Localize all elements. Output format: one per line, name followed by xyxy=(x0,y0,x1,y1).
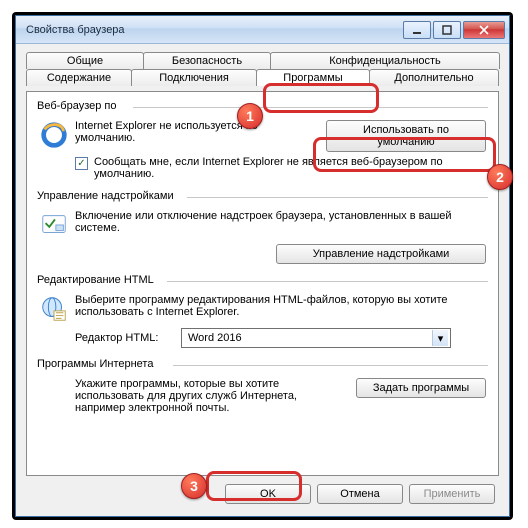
maximize-button[interactable] xyxy=(433,21,461,39)
internet-text: Укажите программы, которые вы хотите исп… xyxy=(75,378,350,414)
titlebar: Свойства браузера xyxy=(16,16,509,44)
ie-icon xyxy=(39,120,69,150)
group-addons: Управление надстройками Включение или от… xyxy=(37,190,488,268)
html-text: Выберите программу редактирования HTML-ф… xyxy=(75,294,486,318)
tab-advanced[interactable]: Дополнительно xyxy=(369,69,499,86)
set-default-button[interactable]: Использовать по умолчанию xyxy=(326,120,486,152)
group-internet-programs: Программы Интернета Укажите программы, к… xyxy=(37,358,488,418)
window-title: Свойства браузера xyxy=(26,24,401,36)
group-label: Редактирование HTML xyxy=(37,274,154,286)
tab-privacy[interactable]: Конфиденциальность xyxy=(270,52,500,69)
group-html-editing: Редактирование HTML Выберите программу р… xyxy=(37,274,488,352)
set-programs-button[interactable]: Задать программы xyxy=(356,378,486,398)
group-label: Программы Интернета xyxy=(37,358,153,370)
tab-strip: Общие Безопасность Конфиденциальность Со… xyxy=(26,52,499,92)
cancel-button[interactable]: Отмена xyxy=(317,484,403,504)
group-label: Управление надстройками xyxy=(37,190,174,202)
apply-button[interactable]: Применить xyxy=(409,484,495,504)
minimize-button[interactable] xyxy=(403,21,431,39)
dialog-window: Свойства браузера Общие Безопасность Кон… xyxy=(15,15,510,517)
group-label: Веб-браузер по xyxy=(37,100,117,112)
group-default-browser: Веб-браузер по Internet Explorer не испо… xyxy=(37,100,488,184)
html-editor-label: Редактор HTML: xyxy=(75,332,175,344)
dialog-footer: OK Отмена Применить xyxy=(26,476,499,506)
ok-button[interactable]: OK xyxy=(225,484,311,504)
tab-programs[interactable]: Программы xyxy=(256,69,370,86)
notify-label: Сообщать мне, если Internet Explorer не … xyxy=(94,156,486,180)
html-icon xyxy=(39,294,69,324)
manage-addons-button[interactable]: Управление надстройками xyxy=(276,244,486,264)
html-editor-dropdown[interactable]: Word 2016 ▾ xyxy=(181,328,451,348)
tab-security[interactable]: Безопасность xyxy=(143,52,271,69)
notify-checkbox[interactable]: ✓ xyxy=(75,157,88,170)
html-editor-value: Word 2016 xyxy=(188,332,242,344)
tab-panel: Веб-браузер по Internet Explorer не испо… xyxy=(26,91,499,476)
tab-general[interactable]: Общие xyxy=(26,52,144,69)
close-button[interactable] xyxy=(463,21,505,39)
addons-text: Включение или отключение надстроек брауз… xyxy=(75,210,486,234)
addons-icon xyxy=(39,210,69,240)
chevron-down-icon: ▾ xyxy=(432,330,448,346)
tab-content[interactable]: Содержание xyxy=(26,69,132,86)
default-browser-text: Internet Explorer не используется по умо… xyxy=(75,120,320,144)
tab-connections[interactable]: Подключения xyxy=(131,69,257,86)
